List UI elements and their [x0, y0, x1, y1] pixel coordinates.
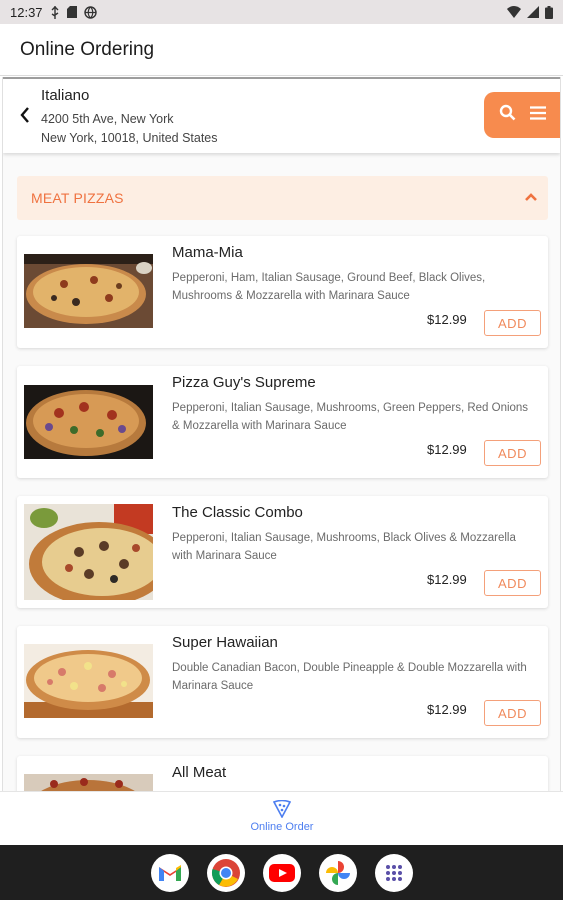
item-name: Super Hawaiian [172, 634, 278, 651]
youtube-app[interactable] [262, 853, 301, 892]
bottom-navigation: Online Order [0, 791, 563, 845]
menu-item-card[interactable]: Mama-Mia Pepperoni, Ham, Italian Sausage… [17, 236, 548, 348]
category-header-meat-pizzas[interactable]: MEAT PIZZAS [17, 176, 548, 220]
page-title: Online Ordering [20, 38, 155, 60]
item-price: $12.99 [427, 312, 467, 327]
item-name: All Meat [172, 764, 227, 781]
signal-icon [527, 6, 539, 18]
app-dock [0, 845, 563, 900]
app-drawer-icon [385, 864, 402, 881]
header-actions [484, 92, 560, 138]
category-label: MEAT PIZZAS [31, 190, 124, 206]
nav-online-order-label: Online Order [250, 821, 314, 833]
status-bar: 12:37 [0, 0, 563, 24]
battery-icon [545, 5, 553, 19]
nav-online-order[interactable]: Online Order [240, 800, 324, 840]
pizza-thumbnail [24, 504, 153, 600]
restaurant-address-line1: 4200 5th Ave, New York [41, 112, 174, 126]
item-description: Double Canadian Bacon, Double Pineapple … [172, 662, 527, 692]
add-button[interactable]: ADD [484, 570, 541, 596]
item-price: $12.99 [427, 442, 467, 457]
sd-card-icon [66, 6, 77, 18]
usb-debug-icon [51, 5, 59, 19]
search-button[interactable] [499, 104, 516, 126]
item-description: Pepperoni, Italian Sausage, Mushrooms, B… [172, 532, 516, 562]
menu-item-card[interactable]: Pizza Guy's Supreme Pepperoni, Italian S… [17, 366, 548, 478]
pizza-thumbnail [24, 774, 153, 791]
item-description: Pepperoni, Ham, Italian Sausage, Ground … [172, 272, 486, 302]
chevron-up-icon [525, 193, 537, 201]
pizza-thumbnail [24, 254, 153, 328]
restaurant-address-line2: New York, 10018, United States [41, 131, 218, 145]
photos-app[interactable] [318, 853, 357, 892]
photos-icon [325, 860, 350, 885]
menu-item-card[interactable]: All Meat [17, 756, 548, 791]
item-name: Mama-Mia [172, 244, 243, 261]
menu-content[interactable]: Italiano 4200 5th Ave, New York New York… [2, 77, 561, 791]
add-button[interactable]: ADD [484, 310, 541, 336]
pizza-thumbnail [24, 644, 153, 718]
restaurant-name: Italiano [41, 87, 90, 104]
item-name: Pizza Guy's Supreme [172, 374, 316, 391]
youtube-icon [268, 863, 295, 882]
add-button[interactable]: ADD [484, 700, 541, 726]
menu-item-card[interactable]: The Classic Combo Pepperoni, Italian Sau… [17, 496, 548, 608]
restaurant-header: Italiano 4200 5th Ave, New York New York… [3, 79, 560, 153]
menu-button[interactable] [529, 105, 546, 125]
item-price: $12.99 [427, 702, 467, 717]
wifi-icon [507, 6, 521, 18]
chrome-icon [211, 858, 240, 887]
gmail-icon [158, 864, 181, 881]
menu-item-card[interactable]: Super Hawaiian Double Canadian Bacon, Do… [17, 626, 548, 738]
add-button[interactable]: ADD [484, 440, 541, 466]
gmail-app[interactable] [150, 853, 189, 892]
hamburger-icon [529, 105, 546, 120]
pizza-slice-icon [273, 800, 291, 818]
item-description: Pepperoni, Italian Sausage, Mushrooms, G… [172, 402, 529, 432]
item-price: $12.99 [427, 572, 467, 587]
app-drawer[interactable] [374, 853, 413, 892]
app-bar: Online Ordering [0, 24, 563, 76]
chevron-left-icon [20, 107, 29, 123]
back-button[interactable] [15, 103, 35, 127]
vpn-globe-icon [83, 5, 97, 19]
pizza-thumbnail [24, 385, 153, 459]
item-name: The Classic Combo [172, 504, 303, 521]
status-time: 12:37 [10, 4, 43, 20]
search-icon [499, 104, 515, 121]
chrome-app[interactable] [206, 853, 245, 892]
